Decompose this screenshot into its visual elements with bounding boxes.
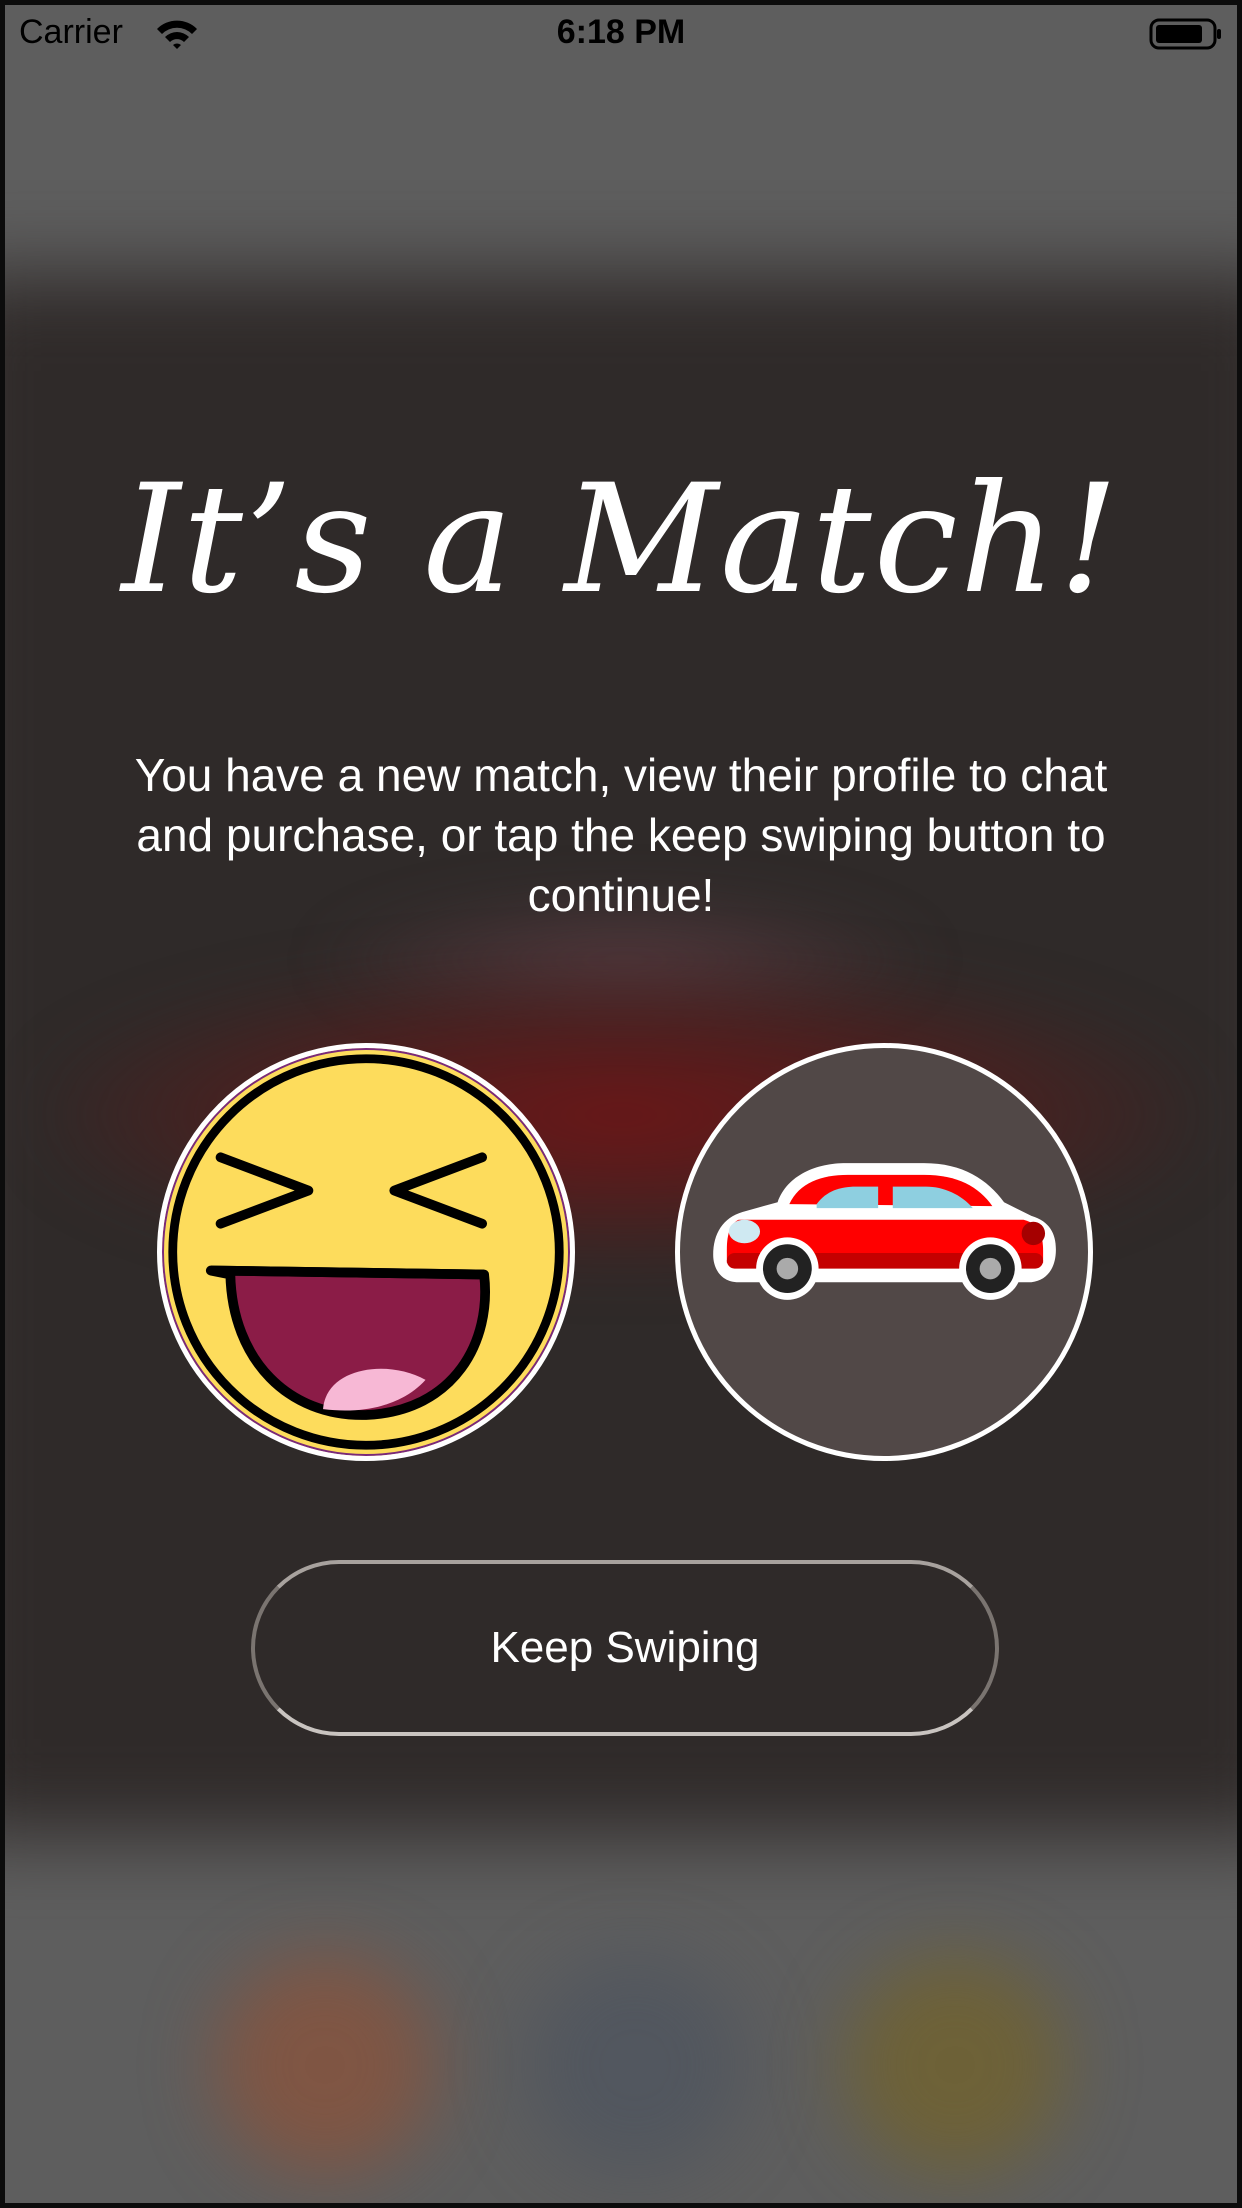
- match-message: You have a new match, view their profile…: [134, 749, 1108, 921]
- background-blob: [215, 1955, 435, 2175]
- background-blob: [845, 1955, 1065, 2175]
- match-screen: Carrier 6:18 PM It’s a Match! You have a…: [0, 0, 1242, 2208]
- battery-icon: [1149, 17, 1223, 51]
- keep-swiping-button[interactable]: Keep Swiping: [251, 1560, 999, 1736]
- match-item-avatar[interactable]: [675, 1043, 1093, 1461]
- laughing-emoji-icon: [168, 1054, 564, 1450]
- red-car-icon: [713, 1163, 1056, 1300]
- blurred-background: [5, 5, 1237, 2203]
- background-blob: [525, 1955, 745, 2175]
- status-time: 6:18 PM: [556, 13, 686, 51]
- user-avatar[interactable]: [157, 1043, 575, 1461]
- match-title: It’s a Match!: [121, 453, 1121, 627]
- status-bar: Carrier 6:18 PM: [5, 5, 1237, 65]
